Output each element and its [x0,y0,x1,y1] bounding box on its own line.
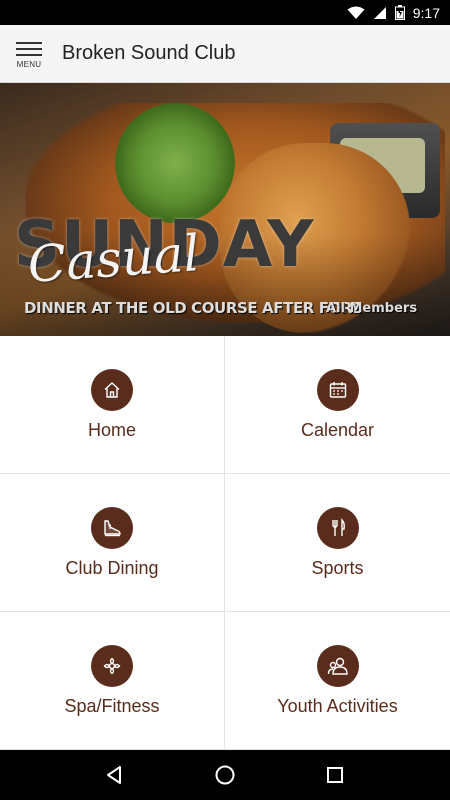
navigation-grid: Home Calendar Club Dining Sports Spa/Fit… [0,336,450,750]
people-icon [316,644,359,687]
battery-icon [394,5,405,20]
tile-spa-fitness[interactable]: Spa/Fitness [0,612,225,750]
back-icon [107,766,121,784]
promo-banner[interactable]: SUNDAY Casual DINNER AT THE OLD COURSE A… [0,83,450,336]
home-icon [91,368,133,411]
system-nav-bar [0,750,450,800]
tile-label: Calendar [300,419,375,440]
status-bar: 9:17 [0,0,450,25]
home-circle-icon [215,765,235,785]
tile-label: Sports [311,557,364,578]
calendar-icon [316,368,359,411]
tile-label: Spa/Fitness [64,695,160,716]
menu-label: MENU [16,60,42,69]
menu-button[interactable]: MENU [0,25,58,83]
tile-label: Club Dining [65,557,159,578]
tile-label: Home [87,419,136,440]
banner-tagline: DINNER AT THE OLD COURSE AFTER FORE [24,299,362,317]
running-shoe-icon [91,506,133,549]
app-title: Broken Sound Club [62,42,236,64]
fork-knife-icon [316,506,359,549]
tile-home[interactable]: Home [0,336,225,474]
tile-calendar[interactable]: Calendar [225,336,450,474]
back-button[interactable] [95,755,135,795]
tile-sports[interactable]: Sports [225,474,450,612]
tile-youth-activities[interactable]: Youth Activities [225,612,450,750]
banner-script-text: Casual [25,224,202,294]
home-nav-button[interactable] [205,755,245,795]
signal-icon [373,6,386,19]
recents-icon [327,767,343,783]
tile-club-dining[interactable]: Club Dining [0,474,225,612]
tile-label: Youth Activities [277,695,398,716]
spa-flower-icon [91,644,133,687]
app-bar: MENU Broken Sound Club [0,25,450,83]
hamburger-icon [16,38,42,60]
recents-button[interactable] [315,755,355,795]
wifi-icon [347,6,365,19]
banner-audience: All Members [326,301,418,316]
status-time: 9:17 [412,4,440,21]
